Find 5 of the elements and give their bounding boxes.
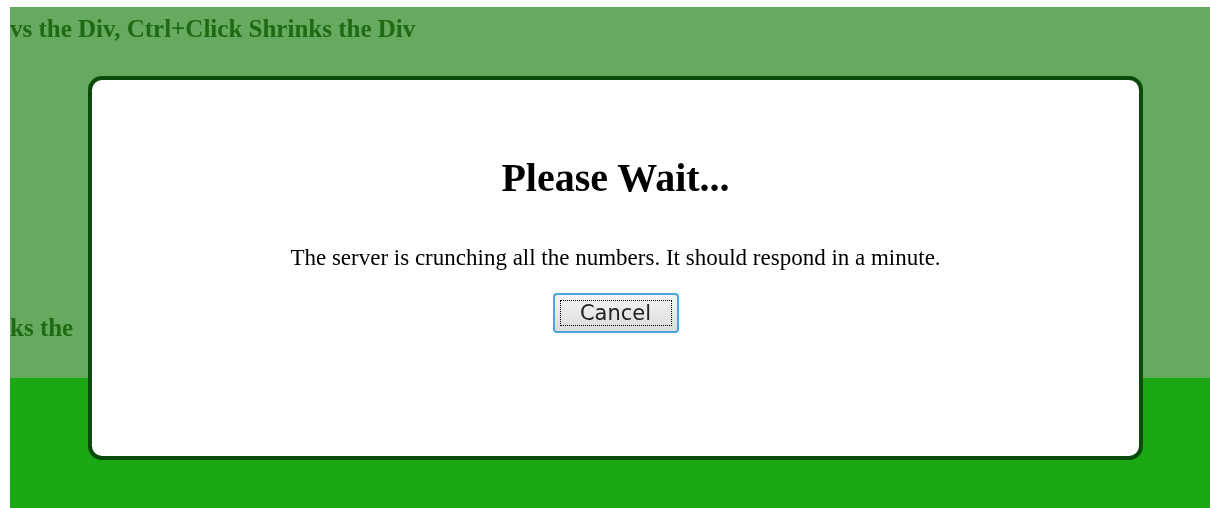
dialog-message: The server is crunching all the numbers. It should respond in a minute.	[290, 245, 941, 271]
instruction-text: ks the	[10, 314, 74, 342]
cancel-button[interactable]: Cancel	[552, 293, 679, 333]
instruction-text: vs the Div, Ctrl+Click Shrinks the Div	[10, 15, 416, 43]
dialog-title: Please Wait...	[501, 154, 730, 201]
